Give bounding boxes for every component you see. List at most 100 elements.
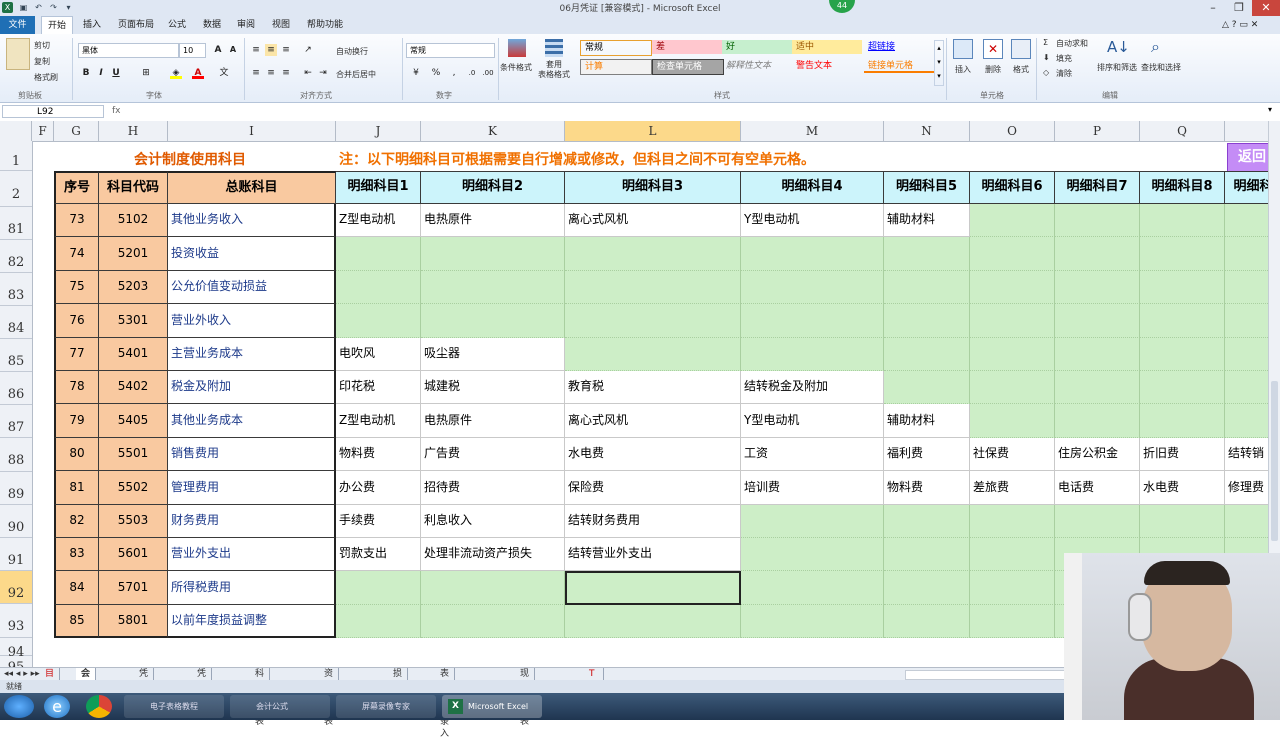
detail-cell[interactable]	[970, 538, 1055, 571]
paste-icon[interactable]	[6, 38, 30, 70]
italic-icon[interactable]: I	[95, 67, 107, 79]
account-cell[interactable]: 公允价值变动损益	[168, 271, 336, 304]
detail-cell[interactable]	[565, 304, 741, 338]
row-header[interactable]: 94	[0, 638, 32, 660]
autosum-icon[interactable]: Σ	[1043, 38, 1048, 47]
detail-cell[interactable]: 住房公积金	[1055, 438, 1140, 471]
code-cell[interactable]: 5401	[99, 338, 168, 371]
code-cell[interactable]: 5102	[99, 204, 168, 237]
detail-cell[interactable]: 利息收入	[421, 505, 565, 538]
style-explanatory[interactable]: 解释性文本	[722, 59, 792, 73]
align-top-icon[interactable]: ≡	[250, 44, 262, 56]
detail-cell[interactable]: 辅助材料	[884, 404, 970, 438]
detail-cell[interactable]	[336, 237, 421, 271]
detail-cell[interactable]	[1140, 338, 1225, 371]
seq-cell[interactable]: 81	[54, 471, 99, 505]
account-cell[interactable]: 以前年度损益调整	[168, 605, 336, 638]
row-header[interactable]: 87	[0, 405, 32, 438]
detail-cell[interactable]: Z型电动机	[336, 204, 421, 237]
row-header[interactable]: 84	[0, 306, 32, 339]
detail-cell[interactable]	[884, 538, 970, 571]
code-cell[interactable]: 5301	[99, 304, 168, 338]
seq-cell[interactable]: 82	[54, 505, 99, 538]
detail-cell[interactable]: 吸尘器	[421, 338, 565, 371]
column-header[interactable]: O	[970, 121, 1055, 141]
detail-cell[interactable]	[884, 304, 970, 338]
detail-cell[interactable]: 差旅费	[970, 471, 1055, 505]
font-size-select[interactable]: 10	[179, 43, 206, 58]
conditional-format-icon[interactable]	[508, 39, 526, 57]
detail-cell[interactable]: 水电费	[1140, 471, 1225, 505]
clear-button[interactable]: 清除	[1056, 68, 1072, 79]
detail-cell[interactable]	[421, 304, 565, 338]
detail-cell[interactable]	[970, 371, 1055, 404]
tab-help[interactable]: 帮助功能	[307, 16, 343, 34]
code-cell[interactable]: 5201	[99, 237, 168, 271]
function-icon[interactable]: fx	[112, 106, 121, 116]
sheet-tab[interactable]: 科目余额表	[250, 668, 271, 727]
phonetic-icon[interactable]: 文	[218, 67, 230, 79]
detail-cell[interactable]: 手续费	[336, 505, 421, 538]
bold-icon[interactable]: B	[80, 67, 92, 79]
column-header[interactable]: P	[1055, 121, 1140, 141]
shrink-font-icon[interactable]: A	[227, 44, 239, 56]
autosum-button[interactable]: 自动求和	[1056, 38, 1088, 49]
number-format-select[interactable]: 常规	[406, 43, 495, 58]
row-header[interactable]: 1	[0, 141, 32, 171]
detail-cell[interactable]	[1055, 237, 1140, 271]
insert-cells-icon[interactable]	[953, 39, 973, 59]
column-header[interactable]: H	[99, 121, 168, 141]
expand-formula-icon[interactable]: ▾	[1268, 105, 1272, 114]
formula-input[interactable]	[155, 105, 1265, 118]
tab-insert[interactable]: 插入	[83, 16, 101, 34]
fill-color-icon[interactable]: ◈	[170, 67, 182, 79]
seq-cell[interactable]: 77	[54, 338, 99, 371]
detail-cell[interactable]	[421, 237, 565, 271]
detail-cell[interactable]	[970, 505, 1055, 538]
detail-cell[interactable]: Y型电动机	[741, 404, 884, 438]
column-header[interactable]: J	[336, 121, 421, 141]
detail-cell[interactable]	[741, 605, 884, 638]
sheet-tab[interactable]: 资产负债表	[319, 668, 340, 727]
detail-cell[interactable]	[336, 271, 421, 304]
format-as-table-icon[interactable]	[545, 39, 563, 57]
wrap-text-button[interactable]: 自动换行	[336, 46, 368, 57]
detail-cell[interactable]	[1055, 404, 1140, 438]
tab-data[interactable]: 数据	[203, 16, 221, 34]
row-header[interactable]: 92	[0, 571, 32, 604]
account-cell[interactable]: 投资收益	[168, 237, 336, 271]
detail-cell[interactable]	[421, 271, 565, 304]
name-box[interactable]: L92	[2, 105, 104, 118]
detail-cell[interactable]: 离心式风机	[565, 204, 741, 237]
code-cell[interactable]: 5501	[99, 438, 168, 471]
row-header[interactable]: 90	[0, 505, 32, 538]
detail-cell[interactable]: 印花税	[336, 371, 421, 404]
tab-view[interactable]: 视图	[272, 16, 290, 34]
sheet-tab[interactable]: 凭证录入	[134, 668, 155, 715]
detail-cell[interactable]	[565, 571, 741, 605]
style-neutral[interactable]: 适中	[792, 40, 862, 54]
detail-cell[interactable]	[1140, 371, 1225, 404]
row-header[interactable]: 86	[0, 372, 32, 405]
column-header[interactable]: F	[32, 121, 54, 141]
detail-cell[interactable]	[1140, 237, 1225, 271]
detail-cell[interactable]	[336, 605, 421, 638]
seq-cell[interactable]: 84	[54, 571, 99, 605]
detail-cell[interactable]	[1140, 505, 1225, 538]
sheet-tab[interactable]: 目录	[40, 668, 61, 691]
fill-icon[interactable]: ⬇	[1043, 53, 1050, 62]
detail-cell[interactable]	[1055, 271, 1140, 304]
delete-cells-button[interactable]: 删除	[985, 64, 1001, 75]
percent-icon[interactable]: %	[430, 67, 442, 79]
account-cell[interactable]: 主营业务成本	[168, 338, 336, 371]
grow-font-icon[interactable]: A	[212, 44, 224, 56]
taskbar-item-folder[interactable]: 电子表格教程	[124, 695, 224, 718]
detail-cell[interactable]	[1055, 204, 1140, 237]
align-right-icon[interactable]: ≡	[280, 67, 292, 79]
format-as-table-button[interactable]: 套用 表格格式	[538, 60, 570, 80]
detail-cell[interactable]	[741, 304, 884, 338]
code-cell[interactable]: 5402	[99, 371, 168, 404]
code-cell[interactable]: 5801	[99, 605, 168, 638]
detail-cell[interactable]	[741, 538, 884, 571]
column-header[interactable]: Q	[1140, 121, 1225, 141]
